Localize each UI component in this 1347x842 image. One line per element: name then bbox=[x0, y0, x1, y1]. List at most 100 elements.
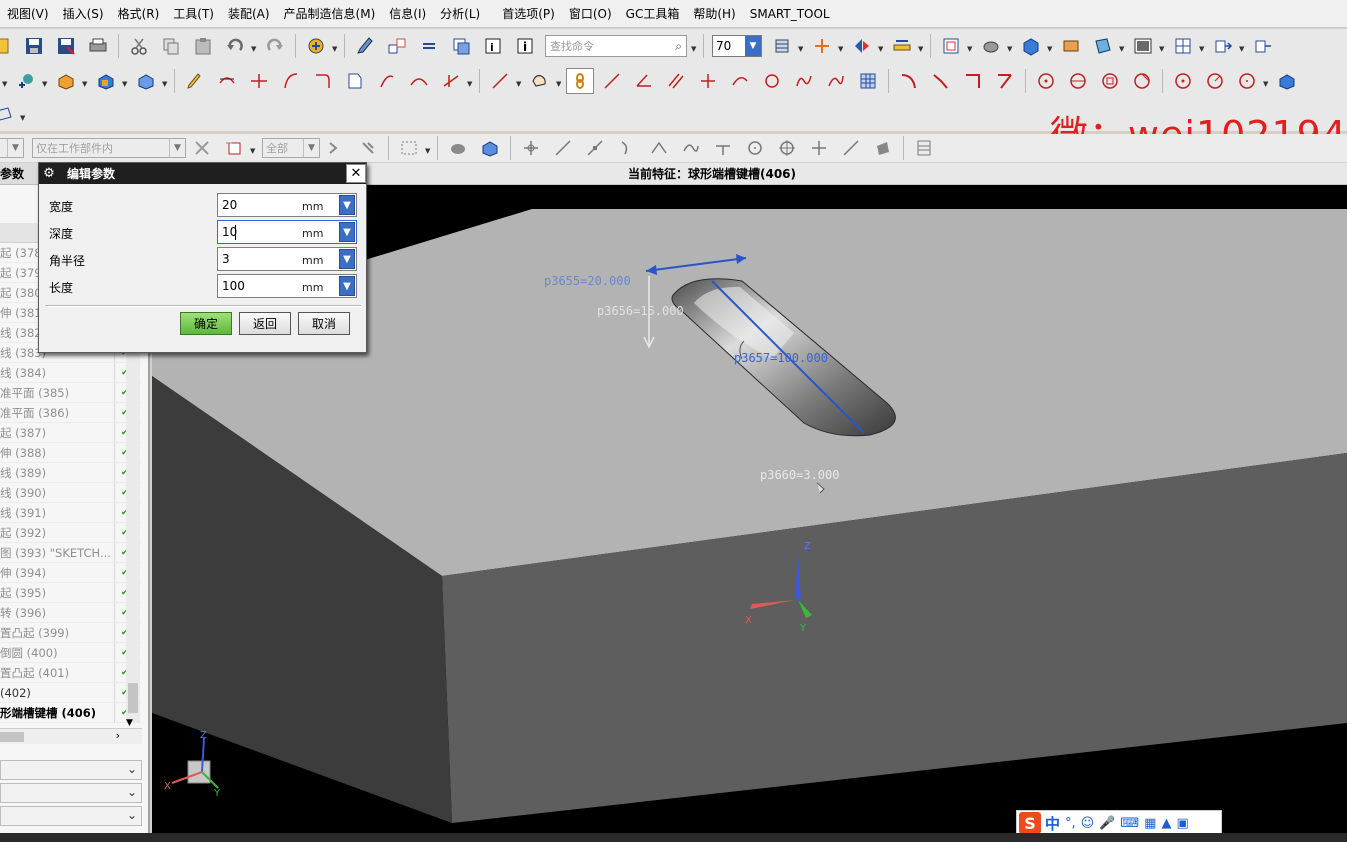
solid-body-icon[interactable] bbox=[444, 135, 472, 161]
grid-dropdown[interactable]: ▼ bbox=[1199, 33, 1207, 59]
fit-dropdown[interactable]: ▼ bbox=[967, 33, 975, 59]
extrude-icon[interactable] bbox=[52, 68, 80, 94]
feature-row[interactable]: 线 (390) ✔ bbox=[0, 483, 142, 503]
menu-smart-tool[interactable]: SMART_TOOL bbox=[743, 0, 837, 28]
chevron-down-icon[interactable]: ▼ bbox=[339, 222, 355, 242]
revolve-icon[interactable] bbox=[92, 68, 120, 94]
point-on-curve-icon[interactable] bbox=[837, 135, 865, 161]
intersection-icon[interactable] bbox=[645, 135, 673, 161]
spline-icon[interactable] bbox=[790, 68, 818, 94]
existing-point-icon[interactable] bbox=[805, 135, 833, 161]
snap-view-icon[interactable] bbox=[848, 33, 876, 59]
scrollbar-thumb[interactable] bbox=[128, 683, 138, 713]
edit-curve-icon[interactable] bbox=[181, 68, 209, 94]
menu-information[interactable]: 信息(I) bbox=[382, 0, 433, 28]
circle-2pt-icon[interactable] bbox=[1064, 68, 1092, 94]
ok-button[interactable]: 确定 bbox=[180, 312, 232, 335]
sogou-logo-icon[interactable]: S bbox=[1019, 812, 1041, 834]
depth-field[interactable]: 10 mm ▼ bbox=[217, 220, 357, 244]
pattern-curve-icon[interactable] bbox=[437, 68, 465, 94]
spline-point-icon[interactable] bbox=[677, 135, 705, 161]
fillet-curve-icon[interactable] bbox=[309, 68, 337, 94]
horizontal-scrollbar[interactable]: › bbox=[0, 728, 142, 744]
undo-icon[interactable] bbox=[221, 33, 249, 59]
toolbox-icon[interactable]: ▦ bbox=[1144, 816, 1156, 831]
feature-row[interactable]: 准平面 (385) ✔ bbox=[0, 383, 142, 403]
search-icon[interactable]: ⌕ bbox=[675, 39, 682, 54]
wave-linker-icon[interactable] bbox=[322, 135, 350, 161]
bridge-curve-icon[interactable] bbox=[405, 68, 433, 94]
extend-icon[interactable] bbox=[991, 68, 1019, 94]
assembly-dropdown[interactable]: ▼ bbox=[1239, 33, 1247, 59]
parallel-line-icon[interactable] bbox=[662, 68, 690, 94]
mesh-icon[interactable] bbox=[854, 68, 882, 94]
keyboard-icon[interactable]: ⌨ bbox=[1120, 816, 1139, 831]
end-point-icon[interactable] bbox=[549, 135, 577, 161]
feature-row[interactable]: 准平面 (386) ✔ bbox=[0, 403, 142, 423]
curve-dropdown[interactable]: ▼ bbox=[467, 68, 475, 94]
rectangle-select-icon[interactable] bbox=[395, 135, 423, 161]
scrollbar-thumb[interactable] bbox=[0, 732, 24, 742]
chevron-down-icon[interactable]: ▼ bbox=[339, 249, 355, 269]
save-as-icon[interactable] bbox=[52, 33, 80, 59]
cancel-button[interactable]: 取消 bbox=[298, 312, 350, 335]
wave-icon[interactable] bbox=[1249, 33, 1277, 59]
back-button[interactable]: 返回 bbox=[239, 312, 291, 335]
shaded-dropdown[interactable]: ▼ bbox=[1007, 33, 1015, 59]
background-dropdown[interactable]: ▼ bbox=[1159, 33, 1167, 59]
layer-dropdown[interactable]: ▼ bbox=[1119, 33, 1127, 59]
copy-icon[interactable] bbox=[157, 33, 185, 59]
chamfer-curve-icon[interactable] bbox=[927, 68, 955, 94]
command-search-input[interactable]: 查找命令 ⌕ bbox=[545, 35, 687, 57]
circle-center-icon[interactable] bbox=[1169, 68, 1197, 94]
interference-icon[interactable] bbox=[354, 135, 382, 161]
feature-row[interactable]: 起 (392) ✔ bbox=[0, 523, 142, 543]
datum-csys-icon[interactable] bbox=[808, 33, 836, 59]
feature-row[interactable]: 伸 (394) ✔ bbox=[0, 563, 142, 583]
menu-pmi[interactable]: 产品制造信息(M) bbox=[277, 0, 383, 28]
circle-dropdown[interactable]: ▼ bbox=[1263, 68, 1271, 94]
layer-icon[interactable] bbox=[447, 33, 475, 59]
snap-view-dropdown[interactable]: ▼ bbox=[878, 33, 886, 59]
menu-format[interactable]: 格式(R) bbox=[111, 0, 167, 28]
arc-center-icon[interactable] bbox=[741, 135, 769, 161]
datum-dropdown[interactable]: ▼ bbox=[838, 33, 846, 59]
feature-row[interactable]: 线 (384) ✔ bbox=[0, 363, 142, 383]
feature-row[interactable]: 图 (393) "SKETCH... ✔ bbox=[0, 543, 142, 563]
unite-icon[interactable] bbox=[132, 68, 160, 94]
feature-selection-dropdown[interactable]: ▼ bbox=[250, 135, 258, 161]
feature-row-current[interactable]: 形端槽键槽 (406) ✔ bbox=[0, 703, 142, 723]
microphone-icon[interactable]: 🎤 bbox=[1099, 816, 1115, 831]
chevron-down-icon[interactable]: ▼ bbox=[339, 195, 355, 215]
redo-icon[interactable] bbox=[261, 33, 289, 59]
unite-dropdown[interactable]: ▼ bbox=[162, 68, 170, 94]
length-value[interactable]: 100 bbox=[222, 279, 245, 293]
block-small-icon[interactable] bbox=[1273, 68, 1301, 94]
line-dropdown[interactable]: ▼ bbox=[516, 68, 524, 94]
menu-window[interactable]: 窗口(O) bbox=[562, 0, 619, 28]
scroll-right-icon[interactable]: › bbox=[116, 729, 120, 742]
emoji-icon[interactable]: ☺ bbox=[1081, 816, 1095, 831]
feature-row[interactable]: 伸 (388) ✔ bbox=[0, 443, 142, 463]
orient-view-icon[interactable] bbox=[768, 33, 796, 59]
quadrant-point-icon[interactable] bbox=[773, 135, 801, 161]
grid-menu-icon[interactable]: ▣ bbox=[1176, 816, 1188, 831]
feature-row[interactable]: 起 (395) ✔ bbox=[0, 583, 142, 603]
close-icon[interactable]: ✕ bbox=[346, 164, 366, 183]
new-icon[interactable] bbox=[0, 33, 16, 59]
width-value[interactable]: 20 bbox=[222, 198, 237, 212]
shaded-view-icon[interactable] bbox=[977, 33, 1005, 59]
feature-selection-icon[interactable] bbox=[220, 135, 248, 161]
menu-insert[interactable]: 插入(S) bbox=[56, 0, 111, 28]
line-tool-icon[interactable] bbox=[598, 68, 626, 94]
wcs-icon[interactable] bbox=[1057, 33, 1085, 59]
fillet-icon[interactable] bbox=[895, 68, 923, 94]
edit-parameters-icon[interactable] bbox=[341, 68, 369, 94]
dependencies-panel[interactable]: ⌄ bbox=[0, 760, 142, 780]
helix-icon[interactable] bbox=[822, 68, 850, 94]
feature-row[interactable]: 线 (391) ✔ bbox=[0, 503, 142, 523]
feature-row[interactable]: 起 (387) ✔ bbox=[0, 423, 142, 443]
menu-help[interactable]: 帮助(H) bbox=[686, 0, 742, 28]
zoom-combo[interactable]: 70 ▼ bbox=[712, 35, 762, 57]
print-icon[interactable] bbox=[84, 33, 112, 59]
